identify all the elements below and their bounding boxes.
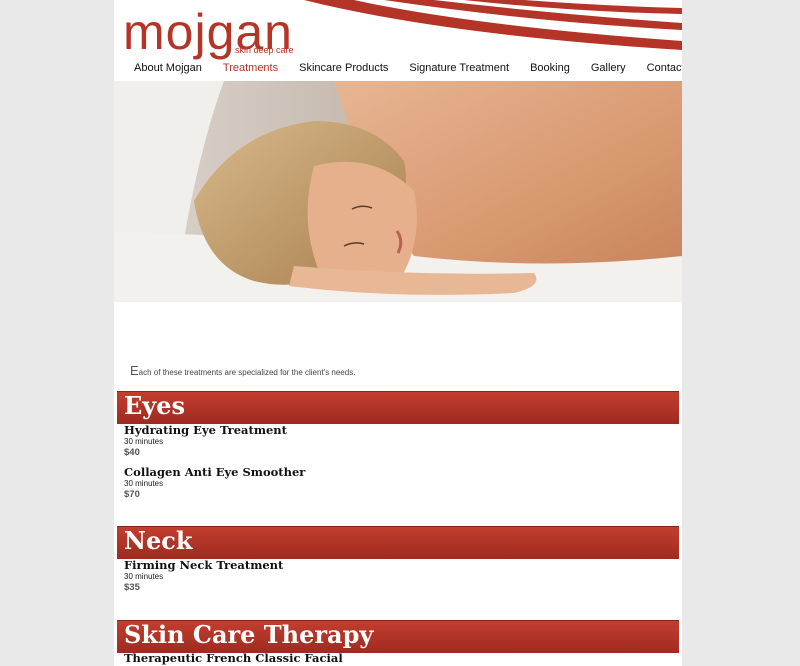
treatment-price: $40 — [124, 447, 140, 458]
nav-treatments[interactable]: Treatments — [223, 62, 278, 76]
nav-about[interactable]: About Mojgan — [134, 62, 202, 76]
nav-signature-treatment[interactable]: Signature Treatment — [409, 62, 509, 76]
intro-text: Each of these treatments are specialized… — [130, 363, 355, 378]
treatment-duration: 30 minutes — [124, 479, 164, 488]
hero-image — [114, 81, 682, 302]
nav-contact[interactable]: Contact — [647, 62, 682, 76]
main-nav: About Mojgan Treatments Skincare Product… — [134, 62, 682, 76]
nav-skincare-products[interactable]: Skincare Products — [299, 62, 388, 76]
treatment-item: Firming Neck Treatment 30 minutes $35 — [124, 559, 283, 594]
brand-tagline: skin deep care — [235, 45, 294, 55]
treatment-item: Therapeutic French Classic Facial — [124, 652, 343, 665]
treatment-name: Therapeutic French Classic Facial — [124, 651, 343, 665]
section-skin-care-header: Skin Care Therapy — [117, 620, 679, 653]
section-title: Eyes — [124, 391, 186, 420]
treatment-item: Hydrating Eye Treatment 30 minutes $40 — [124, 424, 287, 459]
treatment-duration: 30 minutes — [124, 437, 164, 446]
leaf-icon — [173, 31, 185, 43]
section-neck-header: Neck — [117, 526, 679, 559]
header: mojgan skin deep care About Mojgan Treat… — [114, 0, 682, 81]
treatment-item: Collagen Anti Eye Smoother 30 minutes $7… — [124, 466, 305, 501]
nav-booking[interactable]: Booking — [530, 62, 570, 76]
treatment-name: Firming Neck Treatment — [124, 558, 284, 572]
treatment-name: Hydrating Eye Treatment — [124, 423, 287, 437]
treatment-duration: 30 minutes — [124, 572, 164, 581]
intro-first-letter: E — [130, 363, 139, 378]
nav-gallery[interactable]: Gallery — [591, 62, 626, 76]
treatment-price: $35 — [124, 582, 140, 593]
intro-rest: ach of these treatments are specialized … — [138, 368, 356, 377]
treatment-price: $70 — [124, 489, 140, 500]
page: mojgan skin deep care About Mojgan Treat… — [114, 0, 682, 666]
treatment-name: Collagen Anti Eye Smoother — [124, 465, 306, 479]
section-title: Skin Care Therapy — [124, 620, 374, 649]
section-title: Neck — [124, 526, 193, 555]
section-eyes-header: Eyes — [117, 391, 679, 424]
